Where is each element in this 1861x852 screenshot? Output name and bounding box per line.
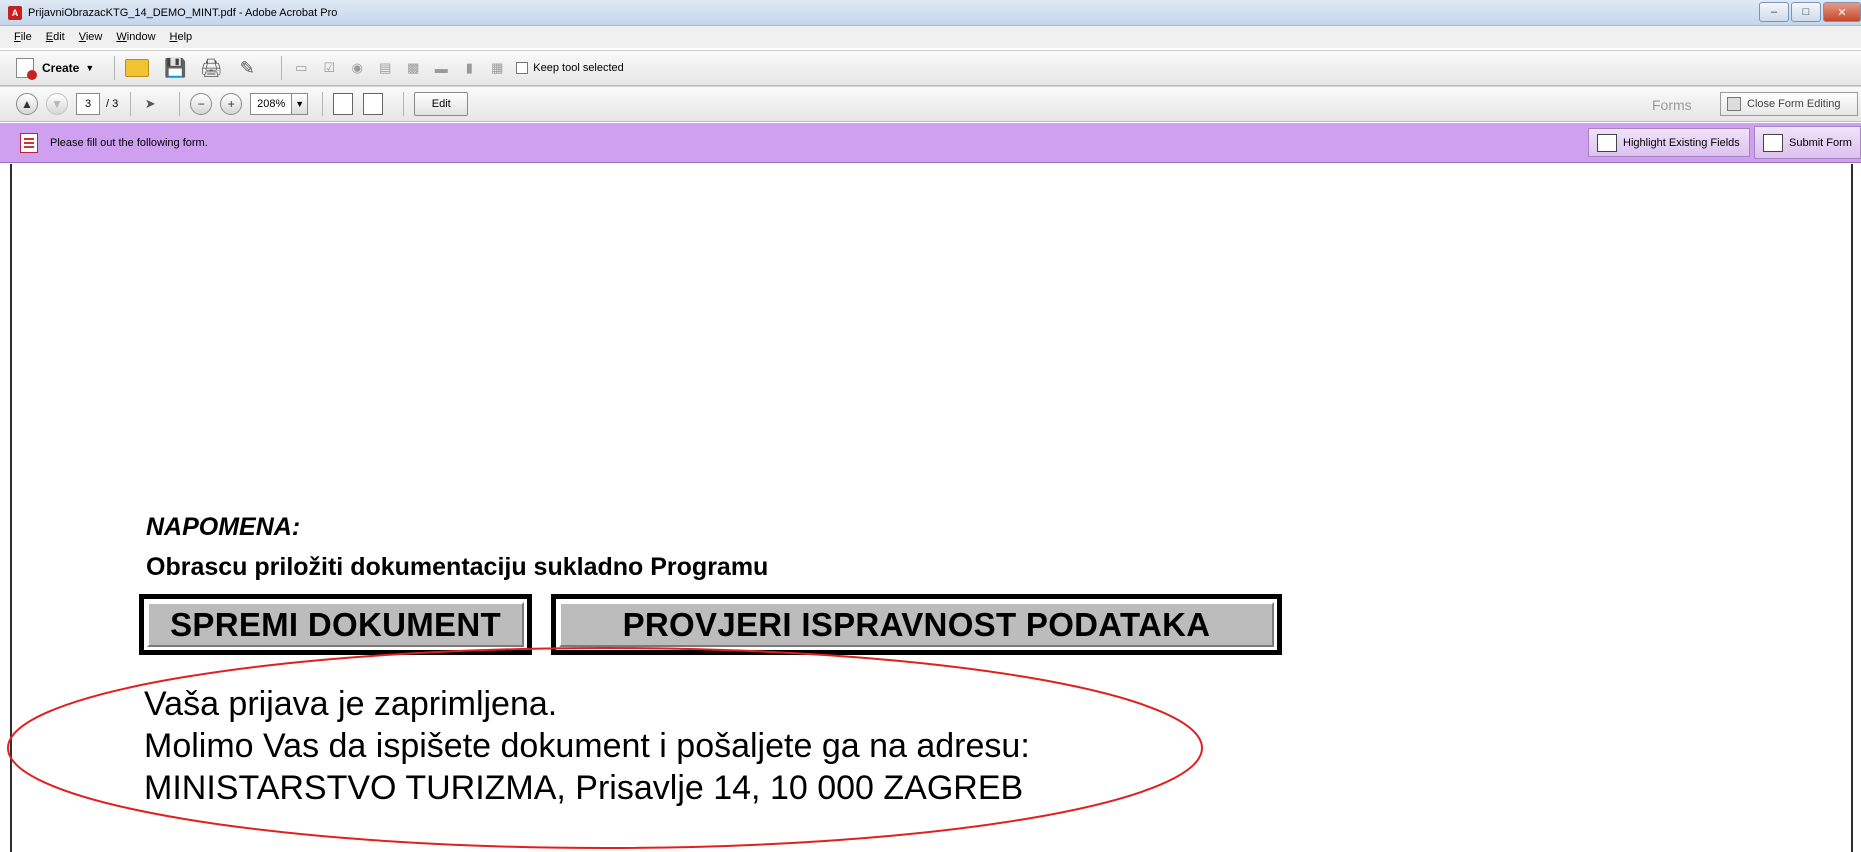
select-tool-icon[interactable]: ➤ bbox=[141, 95, 159, 113]
note-text: Obrascu priložiti dokumentaciju sukladno… bbox=[146, 553, 769, 581]
page-edge-left bbox=[10, 164, 12, 852]
navigation-toolbar: ▲ ▼ 3 / 3 ➤ − + 208% ▼ Edit Forms Close … bbox=[0, 86, 1861, 122]
mailing-address: MINISTARSTVO TURIZMA, Prisavlje 14, 10 0… bbox=[144, 769, 1024, 807]
page-edge-right bbox=[1851, 164, 1853, 852]
full-screen-icon[interactable] bbox=[363, 93, 384, 115]
text-field-icon[interactable]: ▭ bbox=[292, 59, 310, 77]
page-total: / 3 bbox=[106, 98, 119, 110]
toolbar-divider bbox=[179, 92, 181, 116]
title-bar: A PrijavniObrazacKTG_14_DEMO_MINT.pdf - … bbox=[0, 0, 1861, 26]
menu-bar: File Edit View Window Help bbox=[0, 26, 1861, 48]
forms-label[interactable]: Forms bbox=[1652, 97, 1692, 113]
highlight-fields-icon bbox=[1597, 133, 1617, 152]
zoom-input[interactable]: 208% bbox=[250, 93, 293, 115]
minimize-button[interactable]: – bbox=[1759, 2, 1789, 22]
maximize-button[interactable]: □ bbox=[1791, 2, 1821, 22]
confirmation-message: Vaša prijava je zaprimljena. bbox=[144, 685, 558, 723]
dropdown-field-icon[interactable]: ▩ bbox=[404, 59, 422, 77]
previous-page-button[interactable]: ▲ bbox=[16, 93, 38, 115]
menu-window[interactable]: Window bbox=[116, 31, 155, 43]
open-folder-icon[interactable] bbox=[125, 59, 150, 77]
submit-form-icon bbox=[1763, 133, 1783, 152]
close-form-editing-button[interactable]: Close Form Editing bbox=[1720, 92, 1858, 116]
zoom-out-button[interactable]: − bbox=[190, 93, 213, 115]
toolbar-divider bbox=[130, 92, 132, 116]
form-editing-icon bbox=[1727, 97, 1741, 111]
edit-document-icon[interactable]: ✎ bbox=[235, 56, 259, 80]
zoom-in-button[interactable]: + bbox=[220, 93, 243, 115]
form-icon bbox=[20, 132, 38, 153]
form-message-bar: Please fill out the following form. High… bbox=[0, 123, 1861, 163]
window-controls: – □ ✕ bbox=[1759, 2, 1861, 22]
form-message: Please fill out the following form. bbox=[50, 136, 208, 149]
toolbar-divider bbox=[114, 56, 116, 80]
save-icon[interactable]: 💾 bbox=[163, 56, 187, 80]
menu-help[interactable]: Help bbox=[170, 31, 193, 43]
menu-view[interactable]: View bbox=[79, 31, 103, 43]
keep-tool-checkbox[interactable] bbox=[516, 62, 529, 74]
close-button[interactable]: ✕ bbox=[1823, 2, 1861, 22]
radio-field-icon[interactable]: ◉ bbox=[348, 59, 366, 77]
keep-tool-selected[interactable]: Keep tool selected bbox=[516, 62, 624, 74]
print-icon[interactable]: 🖨 bbox=[199, 56, 223, 80]
next-page-button[interactable]: ▼ bbox=[46, 93, 68, 115]
validate-data-label: PROVJERI ISPRAVNOST PODATAKA bbox=[559, 602, 1274, 647]
menu-file[interactable]: File bbox=[14, 31, 32, 43]
fit-page-icon[interactable] bbox=[333, 93, 354, 115]
submit-form-button[interactable]: Submit Form bbox=[1754, 126, 1861, 159]
barcode-icon[interactable]: ▦ bbox=[488, 59, 506, 77]
button-field-icon[interactable]: ▬ bbox=[432, 59, 450, 77]
toolbar-divider bbox=[322, 92, 324, 116]
menu-edit[interactable]: Edit bbox=[46, 31, 65, 43]
edit-button[interactable]: Edit bbox=[414, 92, 469, 116]
highlight-existing-fields-button[interactable]: Highlight Existing Fields bbox=[1588, 128, 1750, 157]
submit-label: Submit Form bbox=[1789, 136, 1852, 149]
close-form-editing-label: Close Form Editing bbox=[1747, 98, 1841, 110]
list-box-icon[interactable]: ▤ bbox=[376, 59, 394, 77]
toolbar-divider bbox=[281, 56, 283, 80]
adobe-acrobat-icon: A bbox=[8, 5, 22, 20]
validate-data-button[interactable]: PROVJERI ISPRAVNOST PODATAKA bbox=[551, 594, 1282, 655]
checkbox-field-icon[interactable]: ☑ bbox=[320, 59, 338, 77]
keep-tool-label: Keep tool selected bbox=[533, 62, 624, 74]
create-pdf-icon bbox=[16, 58, 37, 80]
print-instruction: Molimo Vas da ispišete dokument i pošalj… bbox=[144, 727, 1030, 765]
save-document-button[interactable]: SPREMI DOKUMENT bbox=[139, 594, 532, 655]
note-heading: NAPOMENA: bbox=[146, 513, 301, 541]
document-view[interactable]: NAPOMENA: Obrascu priložiti dokumentacij… bbox=[0, 164, 1861, 852]
digital-signature-icon[interactable]: ▮ bbox=[460, 59, 478, 77]
highlight-label: Highlight Existing Fields bbox=[1623, 136, 1740, 149]
save-document-label: SPREMI DOKUMENT bbox=[147, 602, 524, 647]
create-button[interactable]: Create ▼ bbox=[16, 58, 95, 80]
create-label: Create bbox=[42, 61, 80, 75]
toolbar-divider bbox=[403, 92, 405, 116]
chevron-down-icon: ▼ bbox=[85, 63, 95, 73]
page-number-input[interactable]: 3 bbox=[76, 93, 100, 115]
main-toolbar: Create ▼ 💾 🖨 ✎ ▭ ☑ ◉ ▤ ▩ ▬ ▮ ▦ Keep tool… bbox=[0, 50, 1861, 86]
window-title: PrijavniObrazacKTG_14_DEMO_MINT.pdf - Ad… bbox=[28, 6, 338, 19]
zoom-dropdown-icon[interactable]: ▼ bbox=[292, 93, 309, 115]
